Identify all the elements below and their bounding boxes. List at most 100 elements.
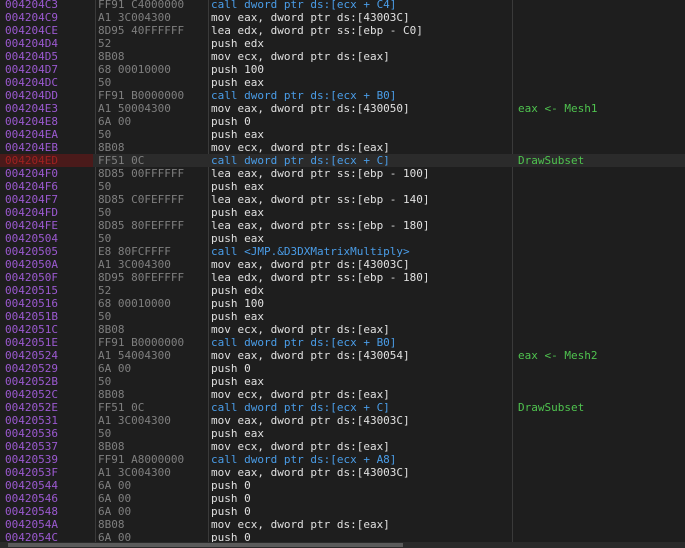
- instruction-cell: lea edx, dword ptr ss:[ebp - 180]: [211, 271, 430, 284]
- instruction-row[interactable]: 0042050A A1 3C004300 mov eax, dword ptr ds…: [0, 258, 685, 271]
- instruction-row[interactable]: 00420537 8B08 mov ecx, dword ptr ds:[eax]: [0, 440, 685, 453]
- instruction-cell: mov ecx, dword ptr ds:[eax]: [211, 50, 390, 63]
- instruction-row[interactable]: 00420544 6A 00 push 0: [0, 479, 685, 492]
- instruction-row[interactable]: 00420516 68 00010000 push 100: [0, 297, 685, 310]
- bytes-cell: 8B08: [98, 388, 125, 401]
- address-cell: 0042052E: [5, 401, 58, 414]
- instruction-row[interactable]: 004204E3 A1 50004300 mov eax, dword ptr ds…: [0, 102, 685, 115]
- instruction-row[interactable]: 004204F0 8D85 00FFFFFF lea eax, dword ptr …: [0, 167, 685, 180]
- comment-cell: DrawSubset: [518, 401, 585, 414]
- bytes-cell: 8B08: [98, 141, 125, 154]
- instruction-row[interactable]: 00420536 50 push eax: [0, 427, 685, 440]
- address-cell: 00420529: [5, 362, 58, 375]
- instruction-row[interactable]: 00420546 6A 00 push 0: [0, 492, 685, 505]
- address-cell: 004204C9: [5, 11, 58, 24]
- bytes-cell: 8B08: [98, 323, 125, 336]
- instruction-list: 004204C3 FF91 C4000000 call dword ptr ds:[…: [0, 0, 685, 544]
- instruction-row[interactable]: 004204CE 8D95 40FFFFFF lea edx, dword ptr …: [0, 24, 685, 37]
- address-cell: 004204ED: [0, 154, 93, 167]
- bytes-cell: 8D85 00FFFFFF: [98, 167, 185, 180]
- bytes-cell: FF91 A8000000: [98, 453, 185, 466]
- address-cell: 0042050F: [5, 271, 58, 284]
- bytes-cell: 50: [98, 375, 112, 388]
- address-cell: 004204F6: [5, 180, 58, 193]
- instruction-row[interactable]: 004204E8 6A 00 push 0: [0, 115, 685, 128]
- instruction-cell: push eax: [211, 375, 264, 388]
- instruction-row[interactable]: 004204ED FF51 0C call dword ptr ds:[ecx + …: [0, 154, 685, 167]
- instruction-row[interactable]: 004204FD 50 push eax: [0, 206, 685, 219]
- instruction-row[interactable]: 004204D7 68 00010000 push 100: [0, 63, 685, 76]
- instruction-cell: call dword ptr ds:[ecx + C]: [211, 401, 390, 414]
- instruction-row[interactable]: 00420504 50 push eax: [0, 232, 685, 245]
- address-cell: 00420548: [5, 505, 58, 518]
- instruction-row[interactable]: 0042051C 8B08 mov ecx, dword ptr ds:[eax]: [0, 323, 685, 336]
- instruction-row[interactable]: 004204C9 A1 3C004300 mov eax, dword ptr ds…: [0, 11, 685, 24]
- instruction-cell: call dword ptr ds:[ecx + C4]: [211, 0, 397, 11]
- instruction-cell: mov ecx, dword ptr ds:[eax]: [211, 141, 390, 154]
- address-cell: 004204F7: [5, 193, 58, 206]
- instruction-row[interactable]: 004204DD FF91 B0000000 call dword ptr ds:[…: [0, 89, 685, 102]
- instruction-cell: push 0: [211, 362, 251, 375]
- instruction-cell: mov ecx, dword ptr ds:[eax]: [211, 388, 390, 401]
- scrollbar-thumb[interactable]: [8, 543, 403, 547]
- instruction-row[interactable]: 00420515 52 push edx: [0, 284, 685, 297]
- instruction-cell: lea eax, dword ptr ss:[ebp - 140]: [211, 193, 430, 206]
- bytes-cell: 68 00010000: [98, 63, 171, 76]
- address-cell: 00420515: [5, 284, 58, 297]
- instruction-row[interactable]: 0042054A 8B08 mov ecx, dword ptr ds:[eax]: [0, 518, 685, 531]
- instruction-row[interactable]: 004204EB 8B08 mov ecx, dword ptr ds:[eax]: [0, 141, 685, 154]
- instruction-row[interactable]: 004204D4 52 push edx: [0, 37, 685, 50]
- instruction-cell: push eax: [211, 206, 264, 219]
- bytes-cell: 68 00010000: [98, 297, 171, 310]
- instruction-cell: push 100: [211, 63, 264, 76]
- bytes-cell: 6A 00: [98, 115, 132, 128]
- address-cell: 00420539: [5, 453, 58, 466]
- instruction-row[interactable]: 0042052C 8B08 mov ecx, dword ptr ds:[eax]: [0, 388, 685, 401]
- instruction-row[interactable]: 0042050F 8D95 80FEFFFF lea edx, dword ptr …: [0, 271, 685, 284]
- horizontal-scrollbar[interactable]: [0, 542, 685, 548]
- instruction-row[interactable]: 0042051B 50 push eax: [0, 310, 685, 323]
- address-cell: 00420536: [5, 427, 58, 440]
- address-cell: 004204F0: [5, 167, 58, 180]
- instruction-row[interactable]: 004204FE 8D85 80FEFFFF lea eax, dword ptr …: [0, 219, 685, 232]
- instruction-cell: push eax: [211, 310, 264, 323]
- instruction-row[interactable]: 004204DC 50 push eax: [0, 76, 685, 89]
- instruction-row[interactable]: 00420548 6A 00 push 0: [0, 505, 685, 518]
- instruction-row[interactable]: 0042053F A1 3C004300 mov eax, dword ptr ds…: [0, 466, 685, 479]
- disassembly-view[interactable]: 004204C3 FF91 C4000000 call dword ptr ds:[…: [0, 0, 685, 548]
- instruction-row[interactable]: 004204C3 FF91 C4000000 call dword ptr ds:[…: [0, 0, 685, 11]
- instruction-row[interactable]: 00420539 FF91 A8000000 call dword ptr ds:[…: [0, 453, 685, 466]
- address-cell: 00420531: [5, 414, 58, 427]
- instruction-cell: mov ecx, dword ptr ds:[eax]: [211, 518, 390, 531]
- address-cell: 004204D7: [5, 63, 58, 76]
- address-cell: 004204D4: [5, 37, 58, 50]
- address-cell: 004204D5: [5, 50, 58, 63]
- bytes-cell: 8B08: [98, 50, 125, 63]
- instruction-row[interactable]: 004204F7 8D85 C0FEFFFF lea eax, dword ptr …: [0, 193, 685, 206]
- address-cell: 004204DD: [5, 89, 58, 102]
- address-cell: 004204E8: [5, 115, 58, 128]
- bytes-cell: FF51 0C: [98, 401, 145, 414]
- bytes-cell: 6A 00: [98, 505, 132, 518]
- instruction-row[interactable]: 0042052B 50 push eax: [0, 375, 685, 388]
- address-cell: 004204CE: [5, 24, 58, 37]
- comment-cell: eax <- Mesh2: [518, 349, 598, 362]
- instruction-row[interactable]: 00420531 A1 3C004300 mov eax, dword ptr ds…: [0, 414, 685, 427]
- instruction-row[interactable]: 00420524 A1 54004300 mov eax, dword ptr ds…: [0, 349, 685, 362]
- instruction-cell: lea edx, dword ptr ss:[ebp - C0]: [211, 24, 423, 37]
- instruction-cell: mov ecx, dword ptr ds:[eax]: [211, 323, 390, 336]
- instruction-cell: lea eax, dword ptr ss:[ebp - 100]: [211, 167, 430, 180]
- instruction-row[interactable]: 00420505 E8 80FCFFFF call <JMP.&D3DXMatrix…: [0, 245, 685, 258]
- instruction-cell: mov eax, dword ptr ds:[43003C]: [211, 466, 410, 479]
- comment-cell: DrawSubset: [518, 154, 585, 167]
- bytes-cell: 50: [98, 427, 112, 440]
- instruction-row[interactable]: 0042052E FF51 0C call dword ptr ds:[ecx + …: [0, 401, 685, 414]
- bytes-cell: 6A 00: [98, 362, 132, 375]
- instruction-row[interactable]: 0042051E FF91 B0000000 call dword ptr ds:[…: [0, 336, 685, 349]
- instruction-row[interactable]: 004204D5 8B08 mov ecx, dword ptr ds:[eax]: [0, 50, 685, 63]
- instruction-row[interactable]: 004204EA 50 push eax: [0, 128, 685, 141]
- instruction-row[interactable]: 00420529 6A 00 push 0: [0, 362, 685, 375]
- instruction-row[interactable]: 004204F6 50 push eax: [0, 180, 685, 193]
- instruction-cell: push eax: [211, 232, 264, 245]
- instruction-cell: mov eax, dword ptr ds:[430054]: [211, 349, 410, 362]
